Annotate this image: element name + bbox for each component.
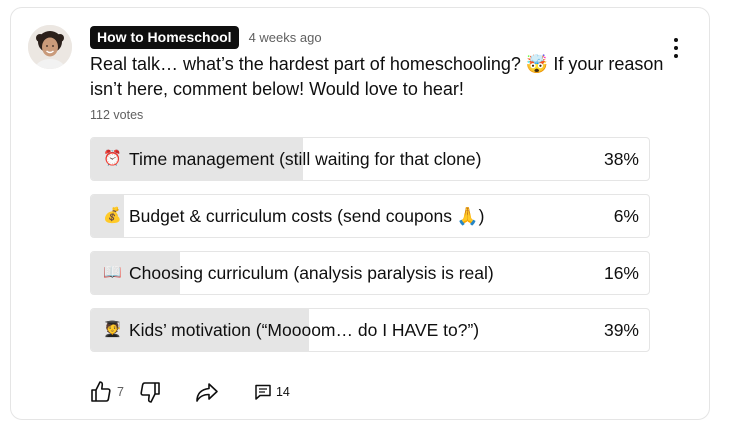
vote-count: 112 votes (90, 108, 144, 122)
poll-option-label: Kids’ motivation (“Moooom… do I HAVE to?… (129, 320, 480, 340)
like-button[interactable]: 7 (89, 380, 124, 404)
avatar-image (28, 25, 72, 69)
post-text: Real talk… what’s the hardest part of ho… (90, 54, 664, 99)
comments-button[interactable]: 14 (254, 383, 290, 401)
poll-option-kids-motivation[interactable]: 🧑‍🎓 Kids’ motivation (“Moooom… do I HAVE… (90, 308, 650, 352)
channel-avatar[interactable] (28, 25, 72, 69)
poll-option-percent: 16% (603, 263, 639, 283)
poll-option-label: Choosing curriculum (analysis paralysis … (129, 263, 494, 283)
comment-count: 14 (275, 385, 290, 399)
poll-option-time-management[interactable]: ⏰ Time management (still waiting for tha… (90, 137, 650, 181)
post-time[interactable]: 4 weeks ago (249, 30, 322, 45)
thumbs-up-icon (91, 381, 111, 402)
share-icon (196, 383, 218, 402)
post-header: How to Homeschool 4 weeks ago (90, 25, 322, 49)
poll-option-label: Budget & curriculum costs (send coupons … (129, 206, 485, 226)
poll-option-choosing-curriculum[interactable]: 📖 Choosing curriculum (analysis paralysi… (90, 251, 650, 295)
share-button[interactable] (194, 380, 220, 404)
channel-name[interactable]: How to Homeschool (90, 25, 239, 49)
poll-option-budget[interactable]: 💰 Budget & curriculum costs (send coupon… (90, 194, 650, 238)
comment-icon (255, 384, 271, 400)
money-bag-icon: 💰 (103, 207, 122, 224)
poll-option-percent: 38% (603, 149, 639, 169)
dislike-button[interactable] (138, 380, 162, 404)
poll-option-percent: 39% (603, 320, 639, 340)
alarm-clock-icon: ⏰ (103, 150, 122, 167)
post-actions: 7 14 (89, 379, 290, 405)
poll-option-percent: 6% (613, 206, 639, 226)
poll-options: ⏰ Time management (still waiting for tha… (90, 137, 650, 365)
more-vert-icon (674, 38, 678, 42)
community-post-card: How to Homeschool 4 weeks ago Real talk…… (10, 7, 710, 420)
open-book-icon: 📖 (103, 264, 122, 281)
poll-option-label: Time management (still waiting for that … (129, 149, 482, 169)
thumbs-down-icon (140, 382, 160, 403)
like-count: 7 (117, 385, 124, 399)
student-icon: 🧑‍🎓 (103, 321, 122, 338)
more-options-button[interactable] (671, 38, 681, 58)
